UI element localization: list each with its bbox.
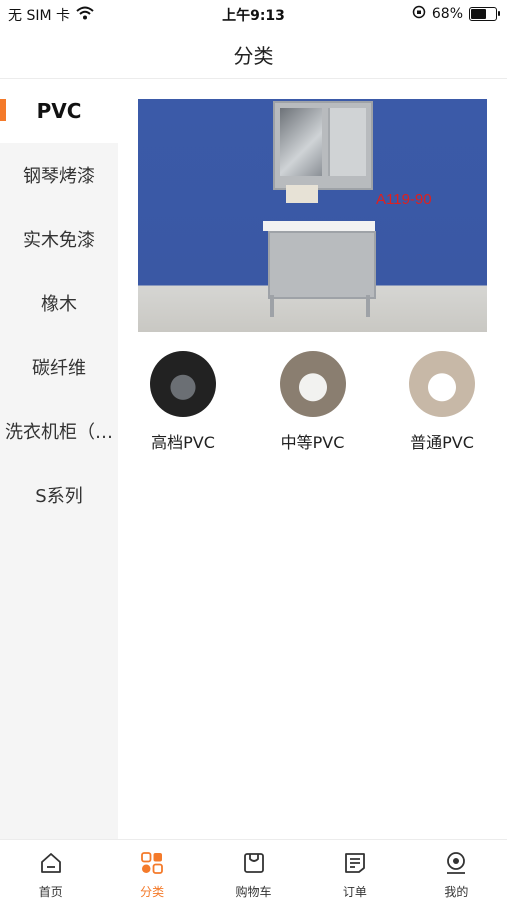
category-content: A119-90 高档PVC 中等PVC 普通PVC xyxy=(118,79,507,839)
subcategory-grid: 高档PVC 中等PVC 普通PVC xyxy=(138,351,487,453)
tab-label: 我的 xyxy=(444,885,469,899)
profile-icon xyxy=(443,850,469,880)
tab-label: 订单 xyxy=(342,885,367,899)
subcategory-item[interactable]: 普通PVC xyxy=(397,351,487,453)
battery-icon xyxy=(469,7,500,21)
subcategory-item[interactable]: 中等PVC xyxy=(268,351,358,453)
sidebar-item-oak[interactable]: 橡木 xyxy=(0,271,118,335)
home-icon xyxy=(38,850,64,880)
sidebar-item-label: 橡木 xyxy=(41,294,77,315)
sidebar-item-label: 实木免漆 xyxy=(23,230,95,251)
cart-icon xyxy=(241,850,267,880)
subcategory-label: 高档PVC xyxy=(151,433,215,452)
order-icon xyxy=(342,850,368,880)
tab-cart[interactable]: 购物车 xyxy=(203,840,304,901)
sidebar-item-label: PVC xyxy=(36,99,82,123)
towel-graphic xyxy=(286,185,318,203)
subcategory-item[interactable]: 高档PVC xyxy=(138,351,228,453)
vanity-graphic xyxy=(268,231,376,299)
tab-label: 分类 xyxy=(140,885,165,899)
mirror-graphic xyxy=(280,108,322,176)
sidebar-item-label: 洗衣机柜（… xyxy=(5,422,113,443)
status-right: 68% xyxy=(412,5,500,23)
sidebar-item-label: 钢琴烤漆 xyxy=(23,166,95,187)
sidebar-item-label: S系列 xyxy=(35,486,83,507)
tab-profile[interactable]: 我的 xyxy=(406,840,507,901)
subcategory-thumbnail xyxy=(409,351,475,417)
sidebar-item-piano-lacquer[interactable]: 钢琴烤漆 xyxy=(0,143,118,207)
sidebar-item-s-series[interactable]: S系列 xyxy=(0,463,118,527)
battery-percent: 68% xyxy=(431,6,463,22)
nav-bar: 分类 xyxy=(0,28,507,79)
orientation-lock-icon xyxy=(412,5,426,23)
sidebar-item-washer-cabinet[interactable]: 洗衣机柜（… xyxy=(0,399,118,463)
category-banner[interactable]: A119-90 xyxy=(138,99,487,332)
page-title: 分类 xyxy=(233,44,274,68)
category-icon xyxy=(139,850,165,880)
subcategory-thumbnail xyxy=(150,351,216,417)
subcategory-label: 中等PVC xyxy=(280,433,345,452)
shelf-graphic xyxy=(328,108,366,176)
tab-label: 首页 xyxy=(38,885,63,899)
sidebar-item-pvc[interactable]: PVC xyxy=(0,79,118,143)
tab-category[interactable]: 分类 xyxy=(101,840,202,901)
tab-bar: 首页 分类 购物车 订单 我的 xyxy=(0,839,507,901)
sidebar-item-carbon-fiber[interactable]: 碳纤维 xyxy=(0,335,118,399)
tab-orders[interactable]: 订单 xyxy=(304,840,405,901)
sidebar-item-solid-wood[interactable]: 实木免漆 xyxy=(0,207,118,271)
tab-home[interactable]: 首页 xyxy=(0,840,101,901)
banner-model-tag: A119-90 xyxy=(376,191,432,208)
sidebar-item-label: 碳纤维 xyxy=(32,358,86,379)
subcategory-thumbnail xyxy=(279,351,346,417)
tab-label: 购物车 xyxy=(235,885,272,899)
status-bar: 无 SIM 卡 上午9:13 68% xyxy=(0,0,507,28)
category-sidebar: PVC 钢琴烤漆 实木免漆 橡木 碳纤维 洗衣机柜（… S系列 xyxy=(0,79,118,839)
vanity-legs-graphic xyxy=(270,295,370,317)
subcategory-label: 普通PVC xyxy=(410,433,474,452)
battery-level xyxy=(471,9,486,19)
countertop-graphic xyxy=(263,221,375,231)
